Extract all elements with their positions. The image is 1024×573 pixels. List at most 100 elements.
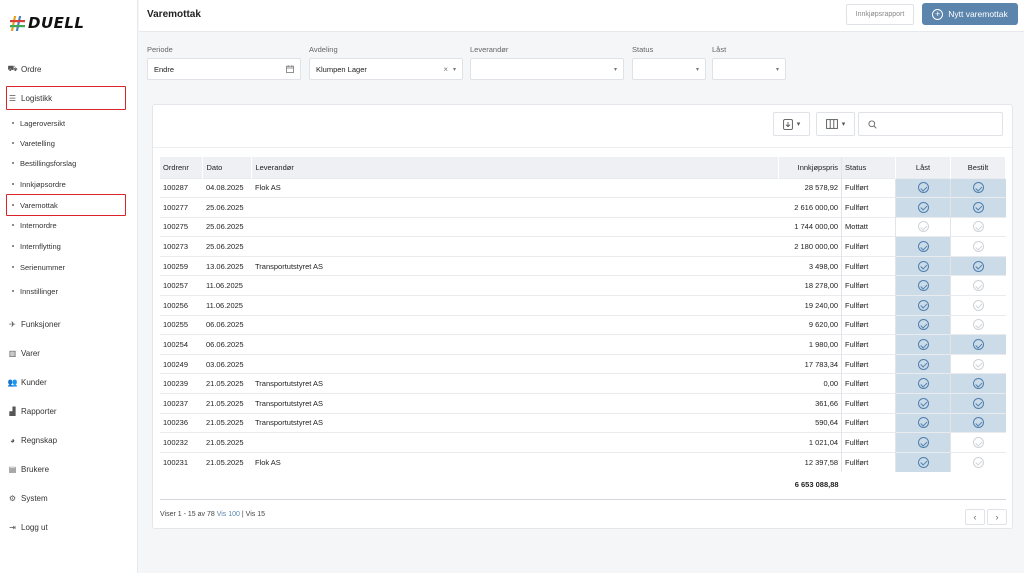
duell-logo[interactable]: DUELL xyxy=(10,14,85,32)
pagination-divider: | xyxy=(241,511,244,518)
sidebar-item-varer[interactable]: ▥ Varer xyxy=(8,346,40,360)
cell-dato: 21.05.2025 xyxy=(202,373,252,394)
cell-last[interactable] xyxy=(895,197,951,218)
sidebar-subitem-internflytting[interactable]: Internflytting xyxy=(12,240,61,252)
table-row[interactable]: 100273 25.06.2025 2 180 000,00 Fullført xyxy=(160,236,1006,257)
table-row[interactable]: 100254 06.06.2025 1 980,00 Fullført xyxy=(160,334,1006,355)
table-row[interactable]: 100257 11.06.2025 18 278,00 Fullført xyxy=(160,275,1006,296)
cell-leverandor xyxy=(251,353,779,374)
col-leverandor[interactable]: Leverandør xyxy=(251,157,780,178)
last-select[interactable]: ▾ xyxy=(712,58,786,80)
status-select[interactable]: ▾ xyxy=(632,58,706,80)
col-bestilt[interactable]: Bestilt xyxy=(950,157,1007,178)
sidebar-subitem-bestillingsforslag[interactable]: Bestillingsforslag xyxy=(12,157,76,169)
cell-bestilt[interactable] xyxy=(950,373,1006,394)
cell-last[interactable] xyxy=(895,334,951,355)
sidebar-subitem-internordre[interactable]: Internordre xyxy=(12,219,57,231)
cell-bestilt[interactable] xyxy=(950,197,1006,218)
cell-bestilt[interactable] xyxy=(950,412,1006,433)
sidebar-subitem-label: Serienummer xyxy=(20,262,66,272)
show-15-link[interactable]: Vis 15 xyxy=(246,511,265,518)
check-circle-empty-icon xyxy=(972,358,984,370)
sidebar-item-kunder[interactable]: 👥 Kunder xyxy=(8,375,47,389)
new-goods-receipt-button[interactable]: + Nytt varemottak xyxy=(922,3,1018,25)
table-row[interactable]: 100255 06.06.2025 9 620,00 Fullført xyxy=(160,314,1006,335)
avdeling-select[interactable]: Klumpen Lager × ▾ xyxy=(309,58,463,80)
columns-button[interactable]: ▾ xyxy=(816,112,855,136)
cell-last[interactable] xyxy=(895,275,951,296)
periode-input[interactable]: Endre xyxy=(147,58,301,80)
table-row[interactable]: 100237 21.05.2025 Transportutstyret AS 361,… xyxy=(160,393,1006,414)
cell-bestilt[interactable] xyxy=(950,353,1006,374)
cell-bestilt[interactable] xyxy=(950,255,1006,276)
cell-last[interactable] xyxy=(895,177,951,198)
leverandor-select[interactable]: ▾ xyxy=(470,58,624,80)
cell-dato: 04.08.2025 xyxy=(202,177,252,198)
cell-status: Fullført xyxy=(841,334,897,355)
sidebar-item-logg-ut[interactable]: ⇥ Logg ut xyxy=(8,520,48,534)
table-row[interactable]: 100275 25.06.2025 1 744 000,00 Mottatt xyxy=(160,216,1006,237)
cell-last[interactable] xyxy=(895,255,951,276)
next-page-button[interactable]: › xyxy=(987,509,1007,525)
cell-bestilt[interactable] xyxy=(950,451,1006,472)
cell-last[interactable] xyxy=(895,353,951,374)
cell-bestilt[interactable] xyxy=(950,393,1006,414)
search-input[interactable] xyxy=(858,112,1003,136)
table-row[interactable]: 100232 21.05.2025 1 021,04 Fullført xyxy=(160,432,1006,453)
cell-bestilt[interactable] xyxy=(950,216,1006,237)
cell-bestilt[interactable] xyxy=(950,275,1006,296)
purchase-report-button[interactable]: Innkjøpsrapport xyxy=(846,4,914,25)
cell-dato: 21.05.2025 xyxy=(202,432,252,453)
download-icon xyxy=(782,118,793,130)
cell-last[interactable] xyxy=(895,216,951,237)
sidebar-item-brukere[interactable]: ▤ Brukere xyxy=(8,462,49,476)
sidebar-item-ordre[interactable]: ⛟ Ordre xyxy=(7,62,41,76)
filter-status-label: Status xyxy=(632,45,654,54)
cell-last[interactable] xyxy=(895,314,951,335)
sidebar-subitem-innstillinger[interactable]: Innstillinger xyxy=(12,285,58,297)
col-dato[interactable]: Dato xyxy=(202,157,253,178)
cell-dato: 25.06.2025 xyxy=(202,216,252,237)
table-row[interactable]: 100239 21.05.2025 Transportutstyret AS 0,00… xyxy=(160,373,1006,394)
col-ordrenr[interactable]: Ordrenr xyxy=(160,157,204,178)
sidebar-item-system[interactable]: ⚙ System xyxy=(8,491,48,505)
cell-bestilt[interactable] xyxy=(950,432,1006,453)
clear-icon[interactable]: × xyxy=(443,65,448,74)
sidebar-item-regnskap[interactable]: ◕ Regnskap xyxy=(8,433,57,447)
cell-status: Fullført xyxy=(841,451,897,472)
sidebar-subitem-varetelling[interactable]: Varetelling xyxy=(12,137,55,149)
table-row[interactable]: 100277 25.06.2025 2 616 000,00 Fullført xyxy=(160,197,1006,218)
cell-leverandor: Transportutstyret AS xyxy=(251,393,779,414)
cell-last[interactable] xyxy=(895,236,951,257)
prev-page-button[interactable]: ‹ xyxy=(965,509,985,525)
cell-ordrenr: 100249 xyxy=(160,353,203,374)
cell-last[interactable] xyxy=(895,432,951,453)
export-button[interactable]: ▾ xyxy=(773,112,810,136)
cell-bestilt[interactable] xyxy=(950,236,1006,257)
cell-leverandor: Transportutstyret AS xyxy=(251,412,779,433)
table-row[interactable]: 100256 11.06.2025 19 240,00 Fullført xyxy=(160,295,1006,316)
cell-bestilt[interactable] xyxy=(950,334,1006,355)
col-status[interactable]: Status xyxy=(841,157,897,178)
cell-bestilt[interactable] xyxy=(950,314,1006,335)
sidebar-subitem-innkjopsordre[interactable]: Innkjøpsordre xyxy=(12,178,66,190)
show-100-link[interactable]: Vis 100 xyxy=(217,511,240,518)
table-row[interactable]: 100249 03.06.2025 17 783,34 Fullført xyxy=(160,353,1006,374)
sidebar-subitem-serienummer[interactable]: Serienummer xyxy=(12,261,65,273)
table-row[interactable]: 100231 21.05.2025 Flok AS 12 397,58 Fullført xyxy=(160,451,1006,472)
cell-last[interactable] xyxy=(895,451,951,472)
sidebar-item-rapporter[interactable]: ▟ Rapporter xyxy=(8,404,56,418)
col-innkjopspris[interactable]: Innkjøpspris xyxy=(778,157,843,178)
sidebar-item-funksjoner[interactable]: ✈ Funksjoner xyxy=(8,317,60,331)
cell-bestilt[interactable] xyxy=(950,177,1006,198)
cell-bestilt[interactable] xyxy=(950,295,1006,316)
cell-last[interactable] xyxy=(895,373,951,394)
sidebar-subitem-lageroversikt[interactable]: Lageroversikt xyxy=(12,117,65,129)
table-row[interactable]: 100259 13.06.2025 Transportutstyret AS 3 49… xyxy=(160,255,1006,276)
cell-last[interactable] xyxy=(895,412,951,433)
cell-last[interactable] xyxy=(895,295,951,316)
col-last[interactable]: Låst xyxy=(895,157,951,178)
table-row[interactable]: 100236 21.05.2025 Transportutstyret AS 590,… xyxy=(160,412,1006,433)
cell-last[interactable] xyxy=(895,393,951,414)
table-row[interactable]: 100287 04.08.2025 Flok AS 28 578,92 Fullført xyxy=(160,177,1006,198)
